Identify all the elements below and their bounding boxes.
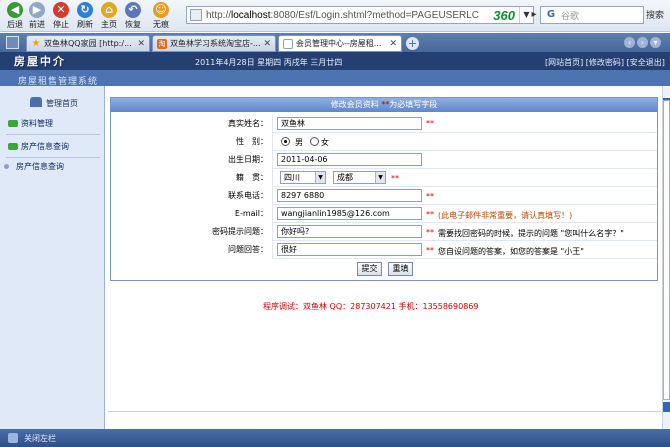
sidebar-toggle-icon[interactable] (8, 433, 18, 443)
arrow-icon (8, 119, 18, 127)
tab-list-icon[interactable]: ▾ (650, 37, 661, 48)
label-answer: 问题回答： (111, 241, 273, 259)
answer-input[interactable]: 很好 (277, 243, 422, 256)
restore-icon: ↶ (125, 2, 141, 18)
forward-arrow-icon: ▶ (29, 2, 45, 18)
search-box[interactable]: G 谷歌 (540, 6, 644, 24)
gender-male-label: 男 (295, 138, 303, 147)
date-line: 2011年4月28日 星期四 丙戌年 三月廿四 (195, 58, 343, 67)
site-logo: 房屋中介 (14, 55, 66, 68)
close-sidebar-link[interactable]: 关闭左栏 (24, 433, 56, 444)
gender-female-label: 女 (321, 138, 329, 147)
required-mark: ** (426, 228, 434, 237)
taobao-icon: 淘 (157, 38, 167, 49)
refresh-icon: ↻ (77, 2, 93, 18)
required-mark: ** (426, 246, 434, 255)
incognito-icon: ☺ (153, 2, 169, 18)
tab-scroll-right-icon[interactable]: › (637, 37, 648, 48)
search-input[interactable]: 谷歌 (561, 9, 579, 22)
required-mark: ** (426, 192, 434, 201)
page-subheader (0, 70, 670, 86)
developer-note: 程序调试：双鱼林 QQ：287307421 手机：13558690869 (263, 302, 479, 311)
province-select[interactable]: 四川 ▼ (280, 171, 326, 184)
submit-button[interactable]: 提交 (357, 262, 382, 276)
restore-button[interactable]: ↶ 恢复 (120, 2, 146, 30)
star-icon: ★ (31, 37, 41, 49)
tab-scroll-left-icon[interactable]: ‹ (624, 37, 635, 48)
email-input[interactable]: wangjianlin1985@126.com (277, 207, 422, 220)
home-button[interactable]: ⌂ 主页 (96, 2, 122, 30)
divider (6, 134, 100, 135)
label-birth-date: 出生日期： (111, 151, 273, 169)
new-tab-icon[interactable]: + (406, 37, 419, 50)
stop-icon: ✕ (53, 2, 69, 18)
row-gender: 性 别： (111, 133, 657, 151)
address-bar[interactable]: http://localhost:8080/Esf/Login.shtml?me… (186, 6, 534, 24)
sidebar: 管理首页 资料管理 房产信息查询 房产信息查询 (0, 86, 105, 429)
arrow-icon (8, 142, 18, 150)
scroll-down-icon[interactable] (663, 402, 670, 412)
password-question-input[interactable]: 你好吗? (277, 225, 422, 238)
address-url[interactable]: http://localhost:8080/Esf/Login.shtml?me… (206, 10, 489, 21)
chevron-down-icon: ▼ (375, 172, 385, 183)
close-tab-icon[interactable]: ✕ (137, 39, 145, 49)
label-email: E-mail： (111, 205, 273, 223)
label-gender: 性 别： (111, 133, 273, 151)
chevron-down-icon: ▼ (315, 172, 325, 183)
birth-date-input[interactable]: 2011-04-06 (277, 153, 422, 166)
vertical-scrollbar[interactable] (662, 86, 670, 429)
form-title: 修改会员资料 **为必填写字段 (111, 98, 657, 112)
sidebar-item-property-query-2[interactable]: 房产信息查询 (4, 158, 100, 174)
page-icon (190, 9, 202, 21)
label-real-name: 真实姓名： (111, 115, 273, 133)
reset-button[interactable]: 重填 (388, 262, 413, 276)
scroll-thumb[interactable] (663, 100, 670, 400)
tab-bar: ★ 双鱼林QQ家园 [http:/... ✕ 淘 双鱼林学习系统淘宝店-... … (0, 33, 670, 52)
home-icon (30, 97, 42, 107)
label-phone: 联系电话： (111, 187, 273, 205)
label-password-question: 密码提示问题： (111, 223, 273, 241)
question-hint: 需要找回密码的时候，提示的问题 "您叫什么名字？" (438, 229, 624, 238)
tab-qq-home[interactable]: ★ 双鱼林QQ家园 [http:/... ✕ (26, 35, 150, 52)
tab-taobao[interactable]: 淘 双鱼林学习系统淘宝店-... ✕ (152, 35, 276, 52)
required-mark: ** (426, 119, 434, 128)
bullet-icon (4, 163, 9, 169)
header-links[interactable]: [网站首页] [修改密码] [安全退出] (545, 57, 665, 68)
close-tab-icon[interactable]: ✕ (389, 39, 397, 49)
search-button[interactable]: 搜索 (646, 8, 664, 21)
answer-hint: 您自设问题的答案，如您的答案是 "小王" (438, 247, 584, 256)
tab-menu-icon[interactable] (6, 36, 19, 49)
google-icon: G (546, 9, 556, 20)
phone-input[interactable]: 8297 6880 (277, 189, 422, 202)
required-mark: ** (391, 174, 399, 183)
home-icon: ⌂ (101, 2, 117, 18)
back-arrow-icon: ◀ (7, 2, 23, 18)
refresh-button[interactable]: ↻ 刷新 (72, 2, 98, 30)
stop-button[interactable]: ✕ 停止 (48, 2, 74, 30)
gender-male-radio[interactable] (281, 137, 290, 146)
forward-button[interactable]: ▶ 前进 (24, 2, 50, 30)
divider (108, 411, 661, 412)
sidebar-item-profile[interactable]: 资料管理 (8, 115, 104, 131)
brand-360-logo: 360 (493, 7, 515, 23)
required-mark: ** (426, 210, 434, 219)
label-native-place: 籍 贯： (111, 169, 273, 187)
city-select[interactable]: 成都 ▼ (333, 171, 386, 184)
email-hint: (此电子邮件非常重要，请认真填写！) (438, 211, 573, 220)
sidebar-item-property-query[interactable]: 房产信息查询 (8, 138, 104, 154)
tab-member-center[interactable]: 会员管理中心--房屋租... ✕ (278, 35, 402, 52)
incognito-button[interactable]: ☺ 无痕 (148, 2, 174, 30)
close-tab-icon[interactable]: ✕ (263, 39, 271, 49)
sidebar-head[interactable]: 管理首页 (0, 96, 105, 112)
page-icon (283, 38, 293, 49)
real-name-input[interactable]: 双鱼林 (277, 117, 422, 130)
status-bar: 关闭左栏 (0, 429, 670, 447)
gender-female-radio[interactable] (310, 137, 319, 146)
browser-toolbar: ◀ 后退 ▶ 前进 ✕ 停止 ↻ 刷新 ⌂ 主页 ↶ 恢复 ☺ 无痕 http:… (0, 0, 670, 32)
